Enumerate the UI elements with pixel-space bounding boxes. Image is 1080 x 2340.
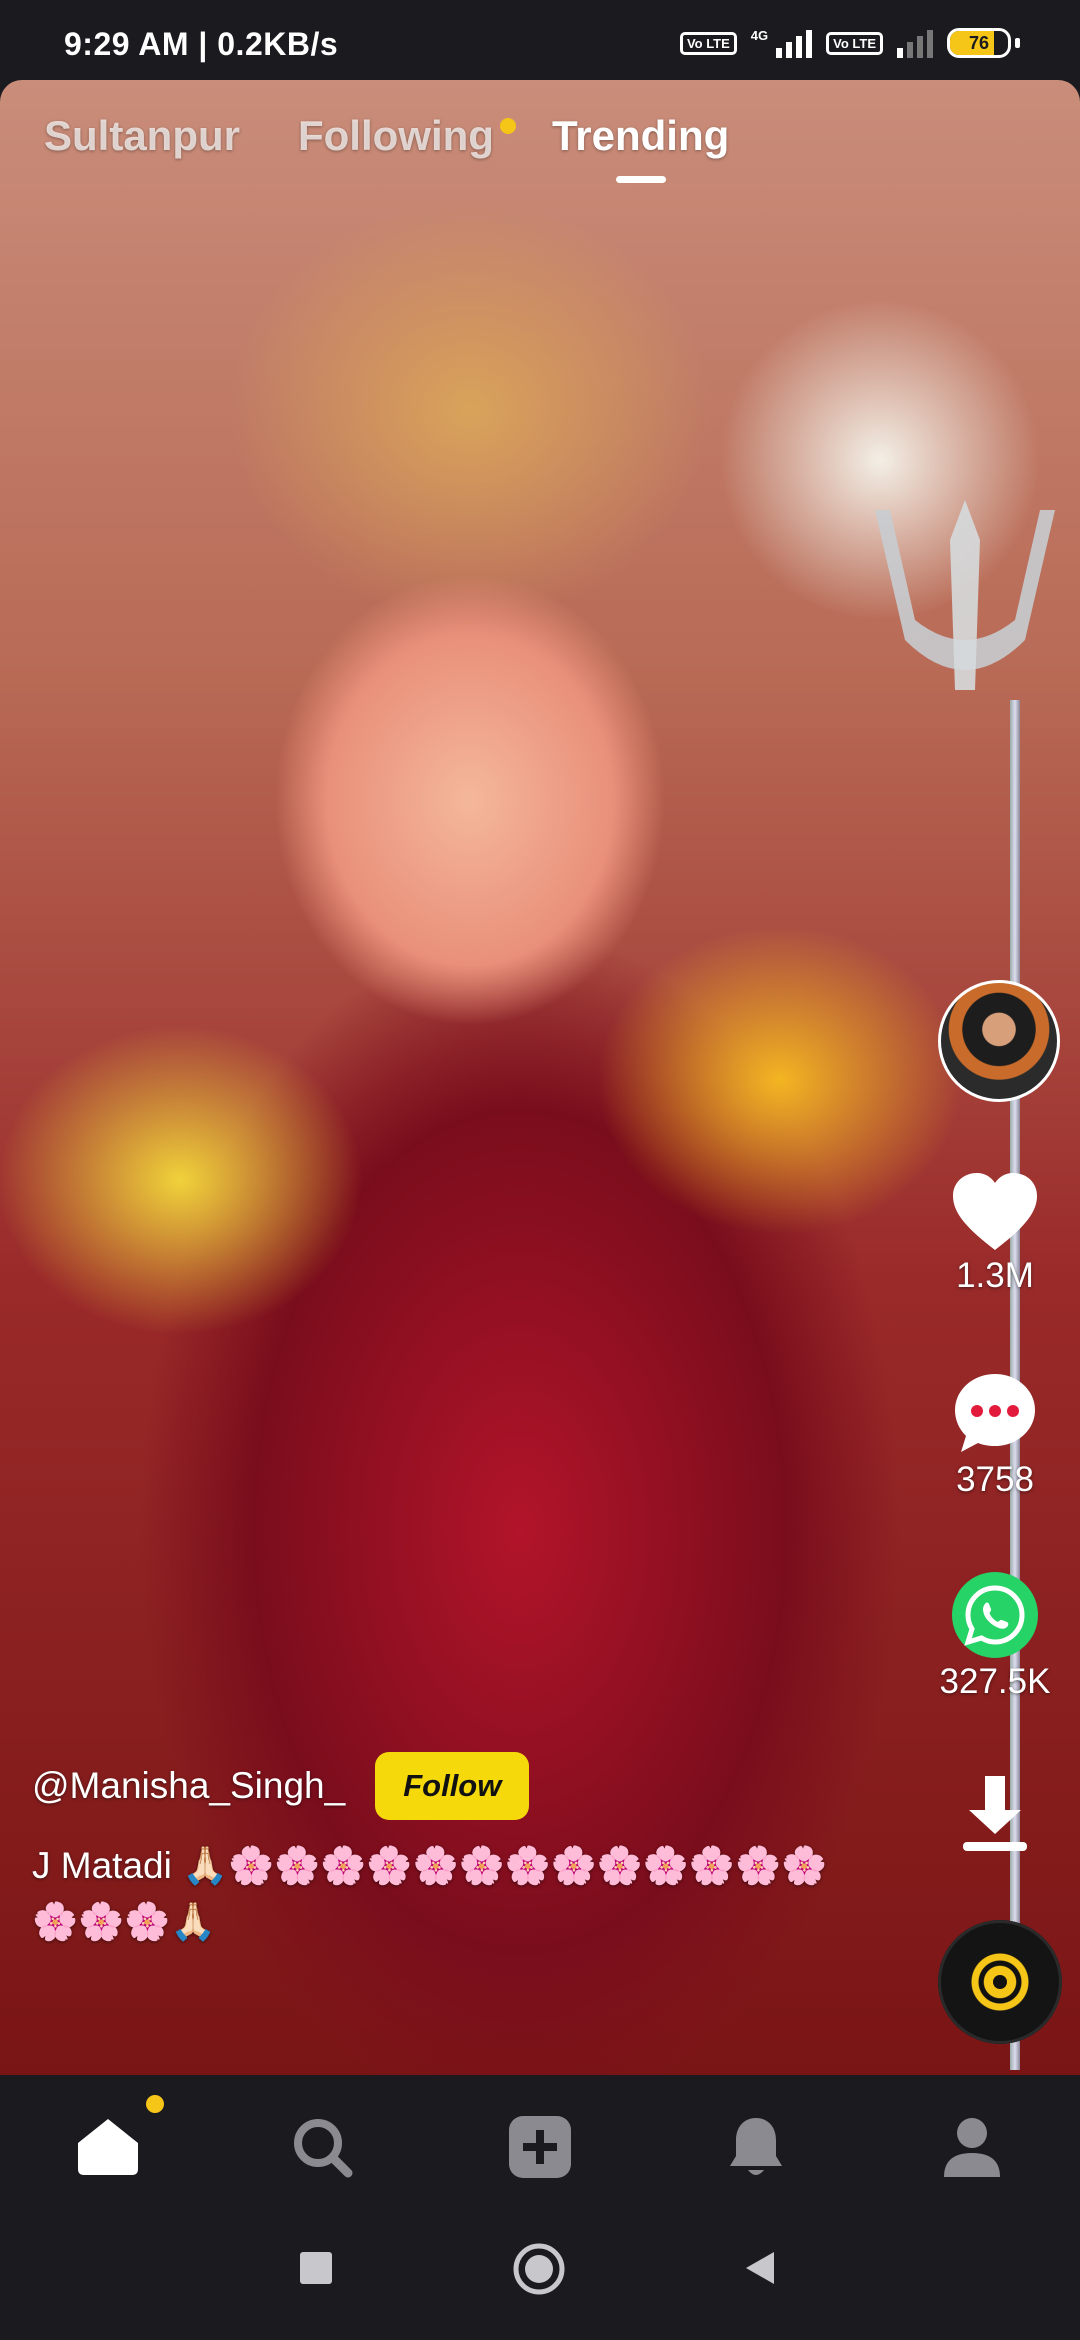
back-button[interactable] — [740, 2248, 780, 2293]
bottom-nav — [0, 2075, 1080, 2220]
whatsapp-icon — [952, 1572, 1038, 1658]
download-icon — [963, 1776, 1027, 1851]
notification-dot — [146, 2095, 164, 2113]
comment-count: 3758 — [956, 1460, 1034, 1499]
home-button[interactable] — [512, 2242, 566, 2301]
bell-icon — [730, 2118, 782, 2175]
battery-cap — [1015, 38, 1020, 48]
trident-image — [875, 500, 1055, 690]
tab-trending[interactable]: Trending — [551, 112, 730, 183]
back-triangle-icon — [746, 2252, 774, 2284]
square-icon — [300, 2252, 332, 2284]
post-caption: J Matadi 🙏🏻🌸🌸🌸🌸🌸🌸🌸🌸🌸🌸🌸🌸🌸🌸🌸🌸🙏🏻 — [32, 1845, 828, 1942]
status-icons: Vo LTE 4G Vo LTE 76 — [679, 28, 1020, 58]
nav-home[interactable] — [72, 2095, 164, 2183]
search-icon — [294, 2119, 353, 2178]
nav-notifications[interactable] — [720, 2111, 792, 2183]
circle-icon — [513, 2243, 565, 2295]
feed-tabs: Sultanpur Following Trending — [44, 112, 730, 183]
profile-icon — [944, 2118, 1000, 2177]
battery-level: 76 — [968, 32, 990, 53]
signal-icon-2 — [897, 28, 933, 58]
like-count: 1.3M — [956, 1256, 1034, 1295]
tab-label: Trending — [551, 112, 730, 159]
creator-avatar[interactable] — [938, 980, 1060, 1102]
active-tab-indicator — [615, 176, 666, 183]
recents-button[interactable] — [296, 2248, 336, 2293]
volte-icon: Vo LTE — [679, 31, 737, 55]
tab-label: Sultanpur — [44, 112, 240, 159]
volte-icon-2: Vo LTE — [826, 31, 883, 55]
creator-username[interactable]: @Manisha_Singh_ — [32, 1765, 345, 1807]
status-bar: 9:29 AM | 0.2KB/s Vo LTE 4G Vo LTE 76 — [0, 0, 1080, 80]
system-nav-bar — [0, 2220, 1080, 2340]
home-icon — [78, 2119, 138, 2175]
creator-row: @Manisha_Singh_ Follow — [32, 1752, 530, 1820]
heart-icon — [953, 1173, 1037, 1250]
tab-label: Following — [298, 112, 494, 159]
network-type: 4G — [750, 28, 769, 43]
battery-icon: 76 — [947, 28, 1011, 58]
comment-button[interactable]: 3758 — [910, 1370, 1080, 1500]
signal-icon — [776, 28, 813, 58]
comment-icon — [955, 1374, 1035, 1452]
tab-sultanpur[interactable]: Sultanpur — [44, 112, 240, 160]
tab-following[interactable]: Following — [298, 112, 516, 160]
download-button[interactable] — [910, 1770, 1080, 1854]
add-icon — [509, 2116, 571, 2178]
nav-profile[interactable] — [936, 2111, 1008, 2183]
whatsapp-share-button[interactable]: 327.5K — [910, 1570, 1080, 1702]
status-time: 9:29 AM | 0.2KB/s — [64, 26, 339, 62]
music-disc-icon[interactable] — [938, 1920, 1062, 2044]
share-count: 327.5K — [939, 1662, 1051, 1701]
new-content-dot — [499, 118, 516, 134]
like-button[interactable]: 1.3M — [910, 1170, 1080, 1296]
follow-button[interactable]: Follow — [375, 1752, 530, 1820]
nav-create[interactable] — [504, 2111, 576, 2183]
nav-search[interactable] — [286, 2111, 358, 2183]
